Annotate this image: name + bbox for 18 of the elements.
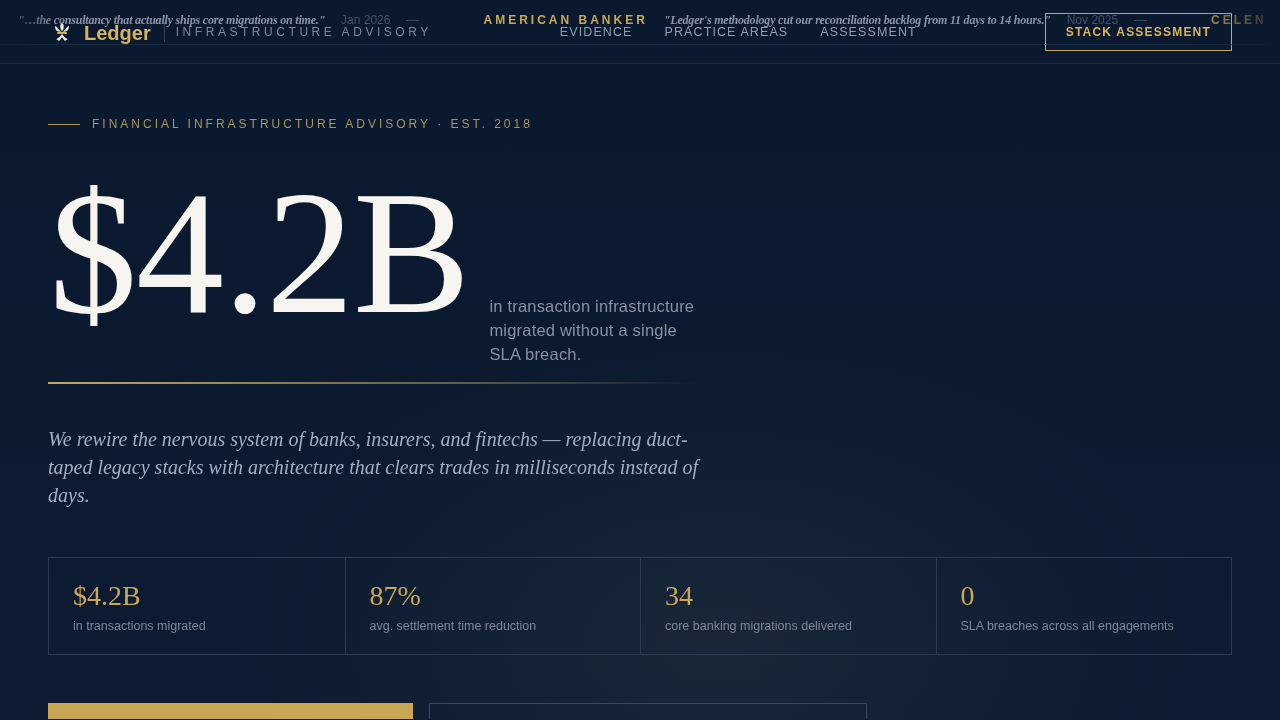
stat-value: 87% bbox=[369, 580, 422, 613]
headline-figure: $4.2B bbox=[49, 154, 470, 352]
stat-label: SLA breaches across all engagements bbox=[960, 618, 1175, 635]
primary-button[interactable] bbox=[48, 703, 413, 720]
date-text: Nov 2025 bbox=[1066, 13, 1119, 27]
source-label: AMERICAN BANKER bbox=[483, 13, 648, 27]
stat-value: 0 bbox=[960, 580, 976, 613]
lede-text: We rewire the nervous system of banks, insurers, and fintechs — replacing duct-taped legacy stacks with architecture that clears trades in milliseconds instead of days. bbox=[48, 427, 702, 509]
stat-label: in transactions migrated bbox=[73, 618, 207, 635]
stat-value: 34 bbox=[665, 580, 694, 613]
date-text: Jan 2026 bbox=[341, 13, 391, 27]
eyebrow-text: FINANCIAL INFRASTRUCTURE ADVISORY · EST. 2018 bbox=[92, 116, 533, 132]
nav-link[interactable]: EVIDENCE bbox=[559, 24, 633, 39]
stat-label: core banking migrations delivered bbox=[665, 618, 853, 635]
stat-value: $4.2B bbox=[73, 580, 142, 613]
quote-text: "…the consultancy that actually ships core migrations on time." bbox=[18, 14, 326, 26]
figure-caption: in transaction infrastructure migrated without a single SLA breach. bbox=[489, 296, 696, 366]
stat-label: avg. settlement time reduction bbox=[369, 618, 538, 635]
